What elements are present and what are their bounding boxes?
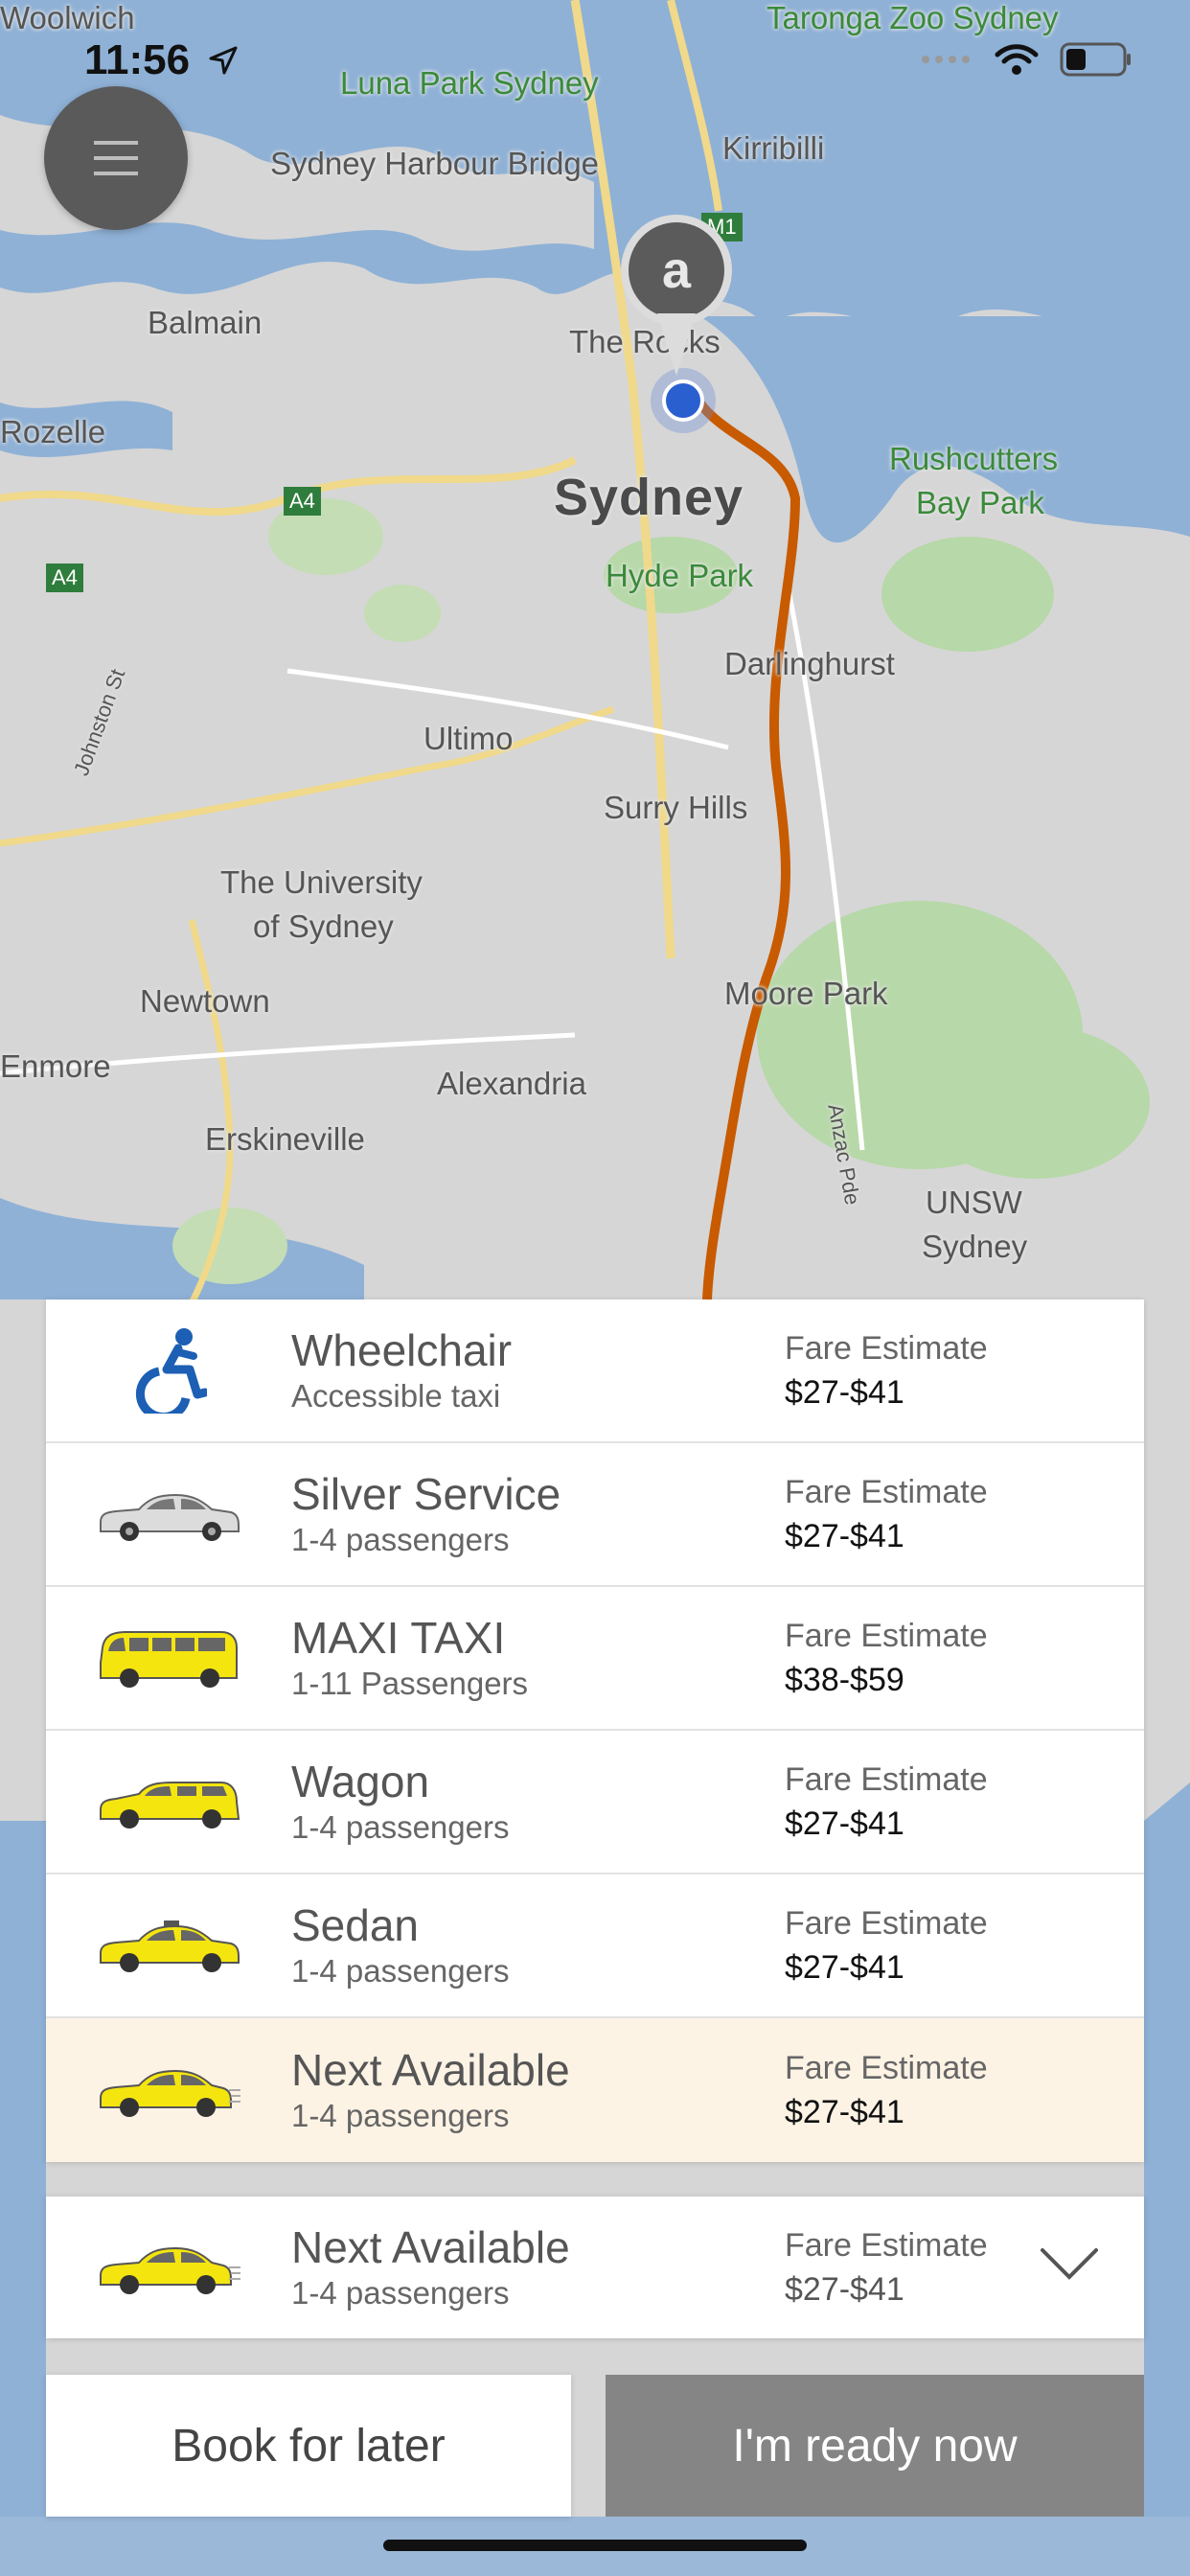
service-subtitle: 1-4 passengers (291, 1522, 510, 1557)
service-subtitle: 1-4 passengers (291, 1953, 510, 1989)
service-row-wagon[interactable]: Wagon 1-4 passengers Fare Estimate $27-$… (46, 1731, 1144, 1874)
map-label-kirribilli: Kirribilli (722, 130, 825, 166)
map-label-ultimo: Ultimo (423, 721, 514, 756)
selected-fare-value: $27-$41 (785, 2271, 904, 2308)
pickup-pin-icon[interactable]: a (619, 213, 734, 385)
map-label-sydney: Sydney (554, 469, 744, 526)
fare-value: $27-$41 (785, 1949, 904, 1986)
wifi-icon (995, 44, 1039, 75)
selected-service-name: Next Available (291, 2222, 570, 2272)
map-label-bay-park: Bay Park (916, 485, 1044, 520)
service-name: Sedan (291, 1900, 420, 1950)
service-name: Next Available (291, 2045, 570, 2095)
service-row-sedan[interactable]: Sedan 1-4 passengers Fare Estimate $27-$… (46, 1874, 1144, 2018)
map-label-university-2: of Sydney (253, 908, 394, 944)
fare-label: Fare Estimate (785, 1618, 988, 1654)
maxi-van-icon (100, 1631, 238, 1688)
service-list: Wheelchair Accessible taxi Fare Estimate… (46, 1300, 1144, 2162)
selected-service-subtitle: 1-4 passengers (291, 2275, 510, 2311)
map-label-rozelle: Rozelle (0, 414, 106, 449)
fare-label: Fare Estimate (785, 1474, 988, 1510)
map-label-rushcutters: Rushcutters (889, 441, 1059, 476)
fare-label: Fare Estimate (785, 1330, 988, 1367)
map-label-unsw-2: Sydney (922, 1229, 1028, 1264)
map-label-a4-2: A4 (46, 564, 83, 592)
hamburger-icon (94, 141, 138, 175)
service-row-silver-service[interactable]: Silver Service 1-4 passengers Fare Estim… (46, 1443, 1144, 1587)
map-view[interactable]: Woolwich Taronga Zoo Sydney Luna Park Sy… (0, 0, 1190, 2576)
service-subtitle: Accessible taxi (291, 1378, 501, 1414)
chevron-down-icon[interactable] (1039, 2244, 1100, 2283)
fast-car-icon (100, 2069, 240, 2117)
fare-label: Fare Estimate (785, 1905, 988, 1942)
silver-car-icon (100, 1493, 240, 1541)
map-label-enmore: Enmore (0, 1048, 111, 1084)
map-label-a4-1: A4 (284, 487, 321, 516)
fare-label: Fare Estimate (785, 1761, 988, 1798)
map-label-erskineville: Erskineville (205, 1121, 365, 1157)
status-time: 11:56 (84, 36, 191, 83)
map-label-moore-park: Moore Park (724, 976, 888, 1011)
book-for-later-button[interactable]: Book for later (46, 2375, 571, 2517)
service-row-wheelchair[interactable]: Wheelchair Accessible taxi Fare Estimate… (46, 1300, 1144, 1443)
menu-button[interactable] (44, 86, 188, 230)
map-label-university-1: The University (220, 864, 423, 900)
fare-value: $38-$59 (785, 1662, 904, 1698)
location-arrow-icon (209, 46, 238, 75)
map-label-balmain: Balmain (148, 305, 263, 340)
fare-value: $27-$41 (785, 1518, 904, 1554)
selected-service-dropdown[interactable]: Next Available 1-4 passengers Fare Estim… (46, 2196, 1144, 2338)
status-icons (920, 42, 1133, 77)
fare-value: $27-$41 (785, 1374, 904, 1411)
service-subtitle: 1-4 passengers (291, 1809, 510, 1845)
map-label-woolwich: Woolwich (0, 0, 135, 35)
map-label-darlinghurst: Darlinghurst (724, 646, 895, 681)
map-label-newtown: Newtown (140, 983, 270, 1019)
wheelchair-icon (135, 1328, 207, 1414)
service-row-next-available[interactable]: Next Available 1-4 passengers Fare Estim… (46, 2018, 1144, 2162)
service-name: MAXI TAXI (291, 1613, 506, 1663)
service-row-maxi-taxi[interactable]: MAXI TAXI 1-11 Passengers Fare Estimate … (46, 1587, 1144, 1731)
pin-letter: a (662, 242, 692, 299)
service-subtitle: 1-4 passengers (291, 2098, 510, 2133)
map-canvas (0, 0, 1190, 2576)
fare-value: $27-$41 (785, 2094, 904, 2130)
home-indicator[interactable] (383, 2540, 807, 2551)
service-name: Silver Service (291, 1469, 561, 1519)
selected-fare-label: Fare Estimate (785, 2227, 988, 2264)
fare-value: $27-$41 (785, 1806, 904, 1842)
map-label-harbour-bridge: Sydney Harbour Bridge (270, 146, 600, 181)
map-label-hyde-park: Hyde Park (606, 558, 754, 593)
map-label-luna-park: Luna Park Sydney (340, 65, 599, 101)
sedan-car-icon (100, 1920, 240, 1972)
battery-icon (1060, 42, 1131, 77)
map-label-alexandria: Alexandria (437, 1066, 586, 1101)
map-label-surry-hills: Surry Hills (604, 790, 748, 825)
service-subtitle: 1-11 Passengers (291, 1666, 529, 1701)
ready-now-button[interactable]: I'm ready now (606, 2375, 1144, 2517)
signal-icon (922, 56, 970, 63)
map-label-unsw-1: UNSW (926, 1184, 1022, 1220)
fast-car-icon (100, 2246, 240, 2294)
wagon-car-icon (100, 1782, 240, 1828)
map-label-taronga: Taronga Zoo Sydney (767, 0, 1059, 35)
service-name: Wheelchair (291, 1325, 513, 1375)
service-name: Wagon (291, 1757, 430, 1806)
fare-label: Fare Estimate (785, 2050, 988, 2086)
